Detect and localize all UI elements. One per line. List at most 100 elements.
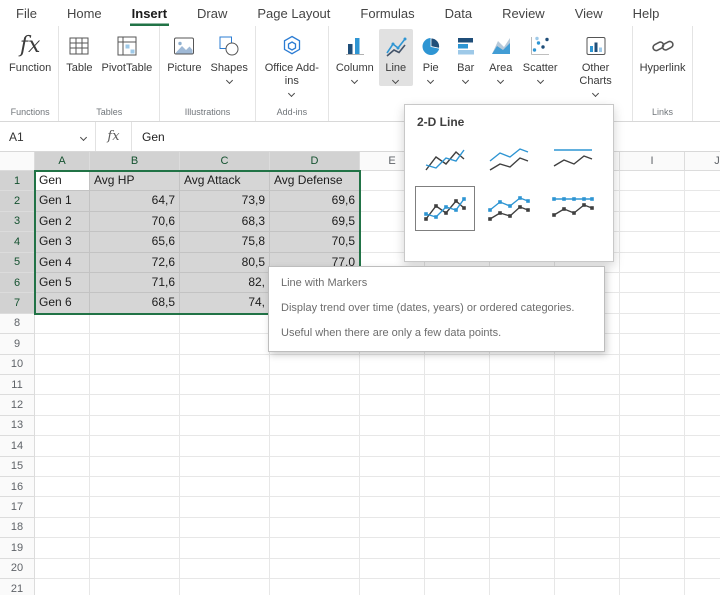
cell-D1[interactable]: Avg Defense (270, 171, 360, 191)
row-header-18[interactable]: 18 (0, 518, 35, 538)
cell-A7[interactable]: Gen 6 (35, 293, 90, 313)
cell-G20[interactable] (490, 559, 555, 579)
chart-type-line-with-markers[interactable] (415, 186, 475, 231)
cell-A10[interactable] (35, 355, 90, 375)
cell-E16[interactable] (360, 477, 425, 497)
cell-A8[interactable] (35, 314, 90, 334)
cell-J8[interactable] (685, 314, 720, 334)
cell-D3[interactable]: 69,5 (270, 212, 360, 232)
cell-I4[interactable] (620, 232, 685, 252)
cell-D2[interactable]: 69,6 (270, 191, 360, 211)
cell-G11[interactable] (490, 375, 555, 395)
cell-I19[interactable] (620, 538, 685, 558)
cell-H11[interactable] (555, 375, 620, 395)
cell-A13[interactable] (35, 416, 90, 436)
cell-I18[interactable] (620, 518, 685, 538)
cell-E20[interactable] (360, 559, 425, 579)
cell-I20[interactable] (620, 559, 685, 579)
cell-A18[interactable] (35, 518, 90, 538)
chevron-down-icon[interactable] (80, 133, 87, 140)
cell-B8[interactable] (90, 314, 180, 334)
cell-A11[interactable] (35, 375, 90, 395)
cell-C5[interactable]: 80,5 (180, 253, 270, 273)
ribbon-button-line[interactable]: Line (379, 29, 413, 86)
cell-E17[interactable] (360, 497, 425, 517)
ribbon-button-function[interactable]: fxFunction (5, 29, 55, 78)
row-header-4[interactable]: 4 (0, 232, 35, 252)
cell-J2[interactable] (685, 191, 720, 211)
cell-F14[interactable] (425, 436, 490, 456)
chart-type-stacked-line[interactable] (479, 137, 539, 182)
cell-J19[interactable] (685, 538, 720, 558)
cell-J7[interactable] (685, 293, 720, 313)
cell-H19[interactable] (555, 538, 620, 558)
cell-B13[interactable] (90, 416, 180, 436)
cell-G12[interactable] (490, 395, 555, 415)
cell-J4[interactable] (685, 232, 720, 252)
cell-H10[interactable] (555, 355, 620, 375)
cell-E21[interactable] (360, 579, 425, 595)
cell-D18[interactable] (270, 518, 360, 538)
cell-C1[interactable]: Avg Attack (180, 171, 270, 191)
cell-J10[interactable] (685, 355, 720, 375)
cell-B7[interactable]: 68,5 (90, 293, 180, 313)
cell-I10[interactable] (620, 355, 685, 375)
cell-F12[interactable] (425, 395, 490, 415)
cell-F17[interactable] (425, 497, 490, 517)
ribbon-button-hyperlink[interactable]: Hyperlink (636, 29, 690, 78)
cell-I13[interactable] (620, 416, 685, 436)
cell-I9[interactable] (620, 334, 685, 354)
cell-D14[interactable] (270, 436, 360, 456)
cell-B6[interactable]: 71,6 (90, 273, 180, 293)
cell-C17[interactable] (180, 497, 270, 517)
cell-B10[interactable] (90, 355, 180, 375)
cell-B2[interactable]: 64,7 (90, 191, 180, 211)
cell-A12[interactable] (35, 395, 90, 415)
cell-J16[interactable] (685, 477, 720, 497)
cell-E11[interactable] (360, 375, 425, 395)
menu-tab-insert[interactable]: Insert (130, 0, 169, 26)
cell-A19[interactable] (35, 538, 90, 558)
cell-G17[interactable] (490, 497, 555, 517)
cell-J14[interactable] (685, 436, 720, 456)
cell-B5[interactable]: 72,6 (90, 253, 180, 273)
cell-F11[interactable] (425, 375, 490, 395)
cell-B21[interactable] (90, 579, 180, 595)
ribbon-button-bar[interactable]: Bar (449, 29, 483, 86)
menu-tab-review[interactable]: Review (500, 0, 547, 26)
cell-C11[interactable] (180, 375, 270, 395)
cell-B1[interactable]: Avg HP (90, 171, 180, 191)
row-header-7[interactable]: 7 (0, 293, 35, 313)
cell-J18[interactable] (685, 518, 720, 538)
cell-G19[interactable] (490, 538, 555, 558)
cell-H18[interactable] (555, 518, 620, 538)
cell-F19[interactable] (425, 538, 490, 558)
cell-E10[interactable] (360, 355, 425, 375)
cell-I15[interactable] (620, 457, 685, 477)
cell-B19[interactable] (90, 538, 180, 558)
cell-G13[interactable] (490, 416, 555, 436)
cell-C9[interactable] (180, 334, 270, 354)
column-header-D[interactable]: D (270, 152, 360, 171)
cell-E19[interactable] (360, 538, 425, 558)
cell-G18[interactable] (490, 518, 555, 538)
cell-D11[interactable] (270, 375, 360, 395)
menu-tab-file[interactable]: File (14, 0, 39, 26)
cell-J13[interactable] (685, 416, 720, 436)
cell-C20[interactable] (180, 559, 270, 579)
cell-E15[interactable] (360, 457, 425, 477)
cell-F20[interactable] (425, 559, 490, 579)
cell-C4[interactable]: 75,8 (180, 232, 270, 252)
cell-J3[interactable] (685, 212, 720, 232)
ribbon-button-area[interactable]: Area (484, 29, 518, 86)
cell-A1[interactable]: Gen (35, 171, 90, 191)
cell-J15[interactable] (685, 457, 720, 477)
ribbon-button-scatter[interactable]: Scatter (519, 29, 562, 86)
cell-G10[interactable] (490, 355, 555, 375)
menu-tab-draw[interactable]: Draw (195, 0, 229, 26)
row-header-15[interactable]: 15 (0, 457, 35, 477)
cell-I2[interactable] (620, 191, 685, 211)
menu-tab-formulas[interactable]: Formulas (358, 0, 416, 26)
cell-B18[interactable] (90, 518, 180, 538)
cell-D17[interactable] (270, 497, 360, 517)
